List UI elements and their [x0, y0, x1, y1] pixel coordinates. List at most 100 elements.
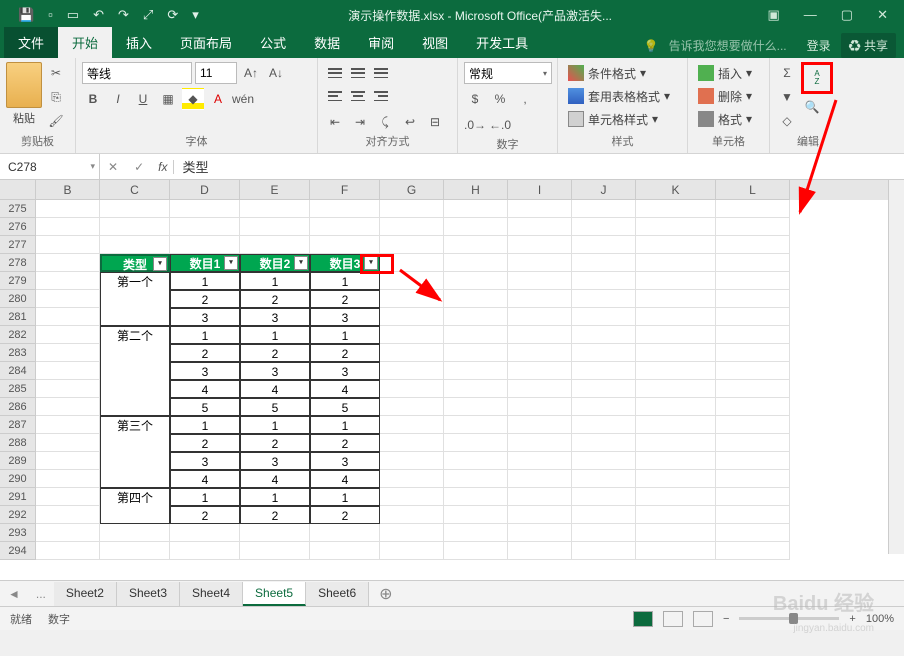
fx-icon[interactable]: fx	[152, 160, 174, 174]
table-cell[interactable]: 4	[240, 470, 310, 488]
cell[interactable]	[508, 542, 572, 560]
save-icon[interactable]: 💾	[18, 7, 34, 23]
table-cell[interactable]: 1	[310, 272, 380, 290]
table-cell[interactable]: 1	[310, 326, 380, 344]
cell[interactable]	[444, 344, 508, 362]
table-cell[interactable]	[100, 380, 170, 398]
cell[interactable]	[444, 542, 508, 560]
format-painter-icon[interactable]: 🖌	[45, 110, 67, 132]
table-cell[interactable]: 1	[170, 326, 240, 344]
sheet-tab-Sheet3[interactable]: Sheet3	[117, 582, 180, 606]
cell[interactable]	[380, 308, 444, 326]
table-cell[interactable]: 3	[310, 452, 380, 470]
zoom-out-icon[interactable]: −	[723, 613, 729, 625]
tab-layout[interactable]: 页面布局	[166, 27, 246, 58]
row-header-279[interactable]: 279	[0, 272, 36, 290]
tab-data[interactable]: 数据	[300, 27, 354, 58]
cell[interactable]: 数目2▾	[240, 254, 310, 272]
cell[interactable]	[170, 524, 240, 542]
touch-icon[interactable]: ⤢	[143, 7, 153, 23]
zoom-slider[interactable]	[739, 617, 839, 620]
cell[interactable]	[636, 326, 716, 344]
cell[interactable]	[636, 542, 716, 560]
cell[interactable]	[380, 218, 444, 236]
table-cell[interactable]: 2	[170, 344, 240, 362]
col-header-B[interactable]: B	[36, 180, 100, 200]
cell[interactable]	[716, 434, 790, 452]
table-cell[interactable]: 1	[240, 416, 310, 434]
tab-home[interactable]: 开始	[58, 27, 112, 58]
add-sheet-button[interactable]: ⊕	[369, 584, 402, 604]
cell[interactable]	[572, 218, 636, 236]
select-all-button[interactable]	[0, 180, 36, 200]
sheet-tab-Sheet4[interactable]: Sheet4	[180, 582, 243, 606]
table-cell[interactable]: 2	[240, 506, 310, 524]
cell[interactable]	[310, 218, 380, 236]
col-header-I[interactable]: I	[508, 180, 572, 200]
table-cell[interactable]: 2	[170, 506, 240, 524]
row-header-291[interactable]: 291	[0, 488, 36, 506]
cell[interactable]	[36, 290, 100, 308]
cell[interactable]	[36, 272, 100, 290]
cell[interactable]	[170, 236, 240, 254]
table-cell[interactable]: 4	[310, 380, 380, 398]
cell[interactable]	[572, 524, 636, 542]
cell[interactable]	[636, 236, 716, 254]
cell[interactable]	[508, 434, 572, 452]
cell[interactable]	[508, 416, 572, 434]
cell[interactable]	[444, 308, 508, 326]
cell[interactable]	[36, 362, 100, 380]
cell[interactable]	[444, 362, 508, 380]
table-cell[interactable]: 1	[170, 488, 240, 506]
cell[interactable]: 数目1▾	[170, 254, 240, 272]
cell[interactable]	[36, 452, 100, 470]
cell[interactable]	[636, 218, 716, 236]
cell[interactable]	[636, 470, 716, 488]
cell[interactable]	[716, 218, 790, 236]
cell[interactable]	[444, 398, 508, 416]
cut-icon[interactable]: ✂	[45, 62, 67, 84]
cell[interactable]	[508, 290, 572, 308]
cell[interactable]	[508, 254, 572, 272]
cell[interactable]	[380, 398, 444, 416]
align-bottom-icon[interactable]	[370, 62, 392, 84]
cell[interactable]	[444, 272, 508, 290]
table-cell[interactable]: 2	[240, 290, 310, 308]
cell[interactable]	[100, 200, 170, 218]
row-header-292[interactable]: 292	[0, 506, 36, 524]
increase-decimal-icon[interactable]: .0→	[464, 114, 486, 136]
table-cell[interactable]	[100, 434, 170, 452]
vertical-scrollbar[interactable]	[888, 180, 904, 554]
cell[interactable]	[36, 254, 100, 272]
col-header-C[interactable]: C	[100, 180, 170, 200]
cell[interactable]	[716, 452, 790, 470]
cell[interactable]	[240, 218, 310, 236]
normal-view-icon[interactable]	[633, 611, 653, 627]
format-cells-button[interactable]: 格式 ▾	[694, 108, 756, 130]
paste-button[interactable]	[6, 62, 42, 108]
filter-button-数目3[interactable]: ▾	[364, 256, 378, 270]
tellme-label[interactable]: 告诉我您想要做什么...	[669, 37, 787, 54]
cell[interactable]	[508, 344, 572, 362]
tab-view[interactable]: 视图	[408, 27, 462, 58]
filter-button-类型[interactable]: ▾	[153, 257, 167, 271]
table-cell[interactable]	[100, 506, 170, 524]
merge-icon[interactable]: ⊟	[424, 111, 446, 133]
font-size-select[interactable]	[195, 62, 237, 84]
col-header-D[interactable]: D	[170, 180, 240, 200]
cell[interactable]	[444, 452, 508, 470]
new-icon[interactable]: ▫	[48, 7, 53, 23]
cell[interactable]	[572, 488, 636, 506]
cell[interactable]	[170, 542, 240, 560]
cell[interactable]	[508, 218, 572, 236]
insert-cells-button[interactable]: 插入 ▾	[694, 62, 756, 84]
ribbon-options-icon[interactable]: ▣	[762, 3, 786, 27]
cell[interactable]	[36, 218, 100, 236]
italic-button[interactable]: I	[107, 88, 129, 110]
cell[interactable]	[444, 470, 508, 488]
phonetic-button[interactable]: wén	[232, 88, 254, 110]
cell[interactable]	[636, 416, 716, 434]
underline-button[interactable]: U	[132, 88, 154, 110]
cell[interactable]: 数目3▾	[310, 254, 380, 272]
align-middle-icon[interactable]	[347, 62, 369, 84]
